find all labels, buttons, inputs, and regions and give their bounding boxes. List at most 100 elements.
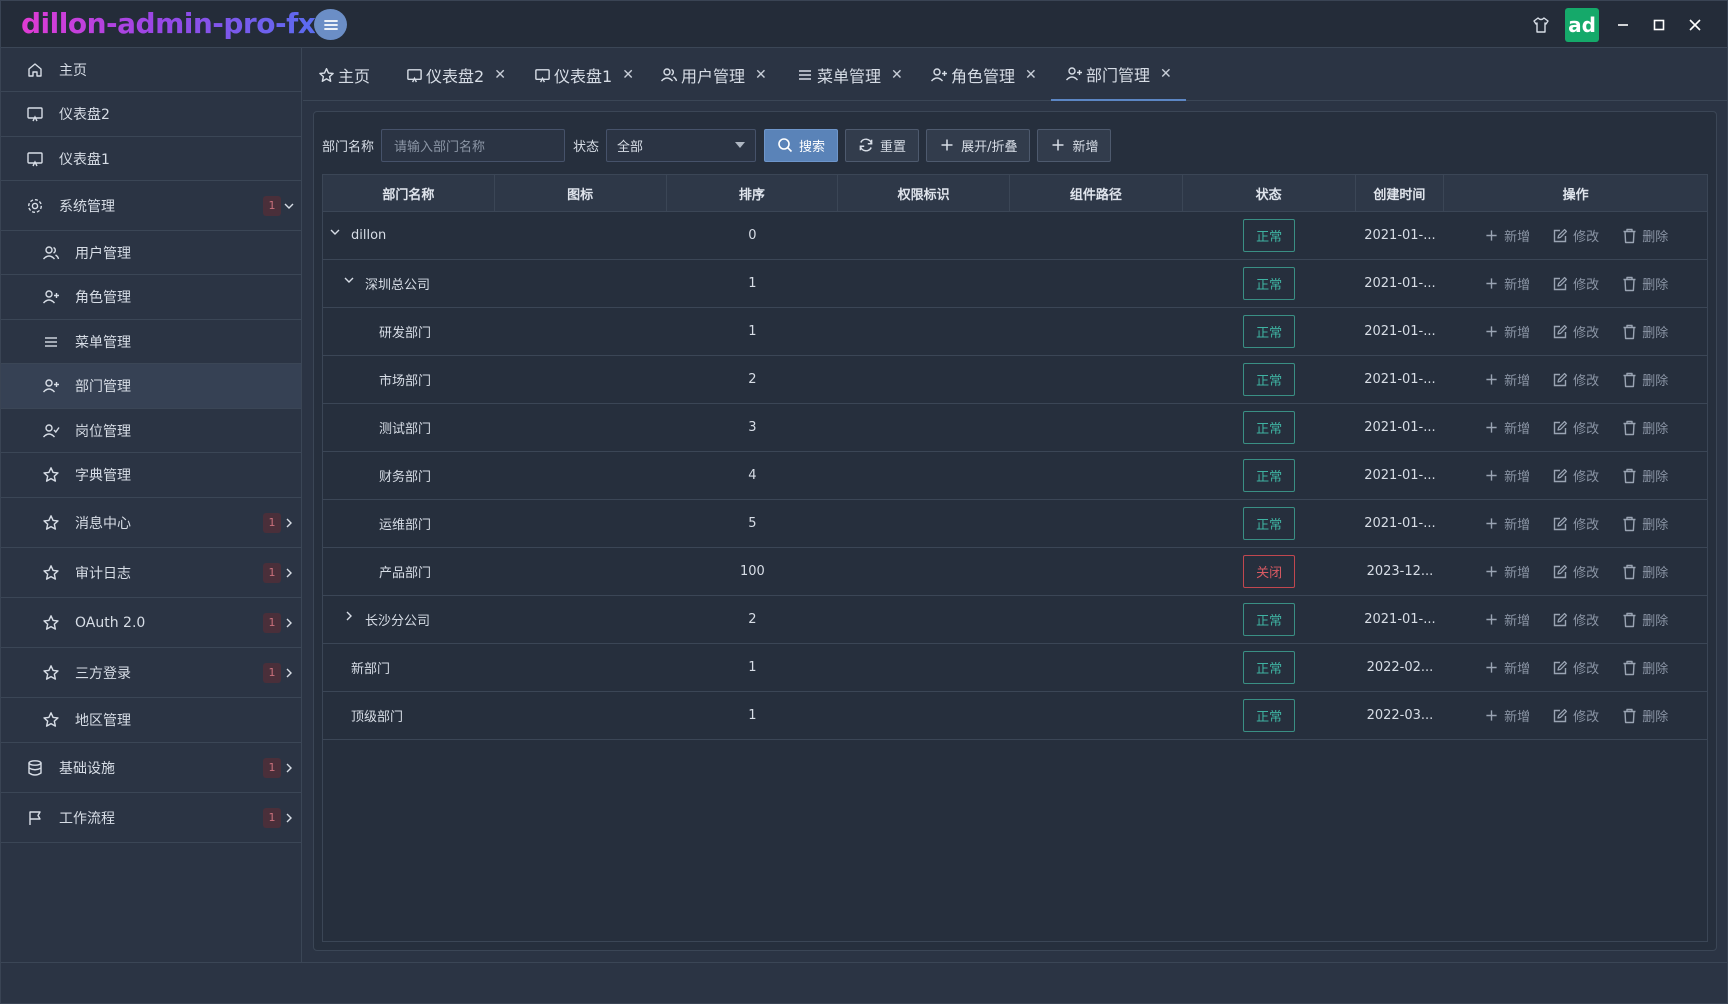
row-edit-button[interactable]: 修改	[1552, 658, 1599, 677]
row-delete-button[interactable]: 删除	[1621, 322, 1668, 341]
sidebar-item-menus[interactable]: 菜单管理	[1, 320, 301, 364]
row-add-button[interactable]: 新增	[1483, 514, 1530, 533]
tab-close-icon[interactable]: ✕	[755, 67, 767, 83]
minimize-button[interactable]	[1605, 8, 1641, 42]
row-edit-button[interactable]: 修改	[1552, 562, 1599, 581]
status-select[interactable]: 全部	[606, 128, 757, 162]
sidebar-item-messages[interactable]: 消息中心 1	[1, 498, 301, 548]
tab-users[interactable]: 用户管理 ✕	[660, 49, 767, 101]
row-add-button[interactable]: 新增	[1483, 610, 1530, 629]
col-header-permission[interactable]: 权限标识	[838, 175, 1010, 211]
sidebar-item-users[interactable]: 用户管理	[1, 231, 301, 275]
sidebar-item-dashboard1[interactable]: 仪表盘1	[1, 137, 301, 181]
row-add-button[interactable]: 新增	[1483, 466, 1530, 485]
count-badge: 1	[263, 807, 281, 828]
tab-menus[interactable]: 菜单管理 ✕	[796, 49, 903, 101]
sidebar-item-regions[interactable]: 地区管理	[1, 698, 301, 743]
sidebar-item-dictionary[interactable]: 字典管理	[1, 453, 301, 498]
table-row[interactable]: 长沙分公司 2 正常 2021-01-... 新增 修改 删除	[323, 596, 1707, 644]
maximize-button[interactable]	[1641, 8, 1677, 42]
theme-button[interactable]	[1523, 8, 1559, 42]
row-add-button[interactable]: 新增	[1483, 226, 1530, 245]
row-delete-button[interactable]: 删除	[1621, 514, 1668, 533]
sidebar-item-dashboard2[interactable]: 仪表盘2	[1, 92, 301, 137]
col-header-status[interactable]: 状态	[1183, 175, 1356, 211]
dept-name-input[interactable]: 请输入部门名称	[381, 128, 566, 162]
chevron-down-icon[interactable]	[343, 274, 355, 286]
col-header-component-path[interactable]: 组件路径	[1010, 175, 1183, 211]
tab-close-icon[interactable]: ✕	[1160, 66, 1172, 82]
row-add-button[interactable]: 新增	[1483, 562, 1530, 581]
sidebar-item-roles[interactable]: 角色管理	[1, 275, 301, 320]
sidebar-item-oauth[interactable]: OAuth 2.0 1	[1, 598, 301, 648]
row-add-button[interactable]: 新增	[1483, 370, 1530, 389]
sidebar-item-home[interactable]: 主页	[1, 48, 301, 92]
trash-icon	[1621, 324, 1637, 340]
sidebar-item-audit-log[interactable]: 审计日志 1	[1, 548, 301, 598]
row-edit-button[interactable]: 修改	[1552, 322, 1599, 341]
row-delete-button[interactable]: 删除	[1621, 658, 1668, 677]
col-header-actions[interactable]: 操作	[1444, 175, 1707, 211]
table-row[interactable]: 研发部门 1 正常 2021-01-... 新增 修改 删除	[323, 308, 1707, 356]
tab-dashboard2[interactable]: 仪表盘2 ✕	[405, 49, 506, 101]
table-row[interactable]: 新部门 1 正常 2022-02... 新增 修改 删除	[323, 644, 1707, 692]
hamburger-icon	[323, 19, 338, 30]
sidebar-item-workflow[interactable]: 工作流程 1	[1, 793, 301, 843]
row-edit-button[interactable]: 修改	[1552, 226, 1599, 245]
row-edit-button[interactable]: 修改	[1552, 274, 1599, 293]
row-add-button[interactable]: 新增	[1483, 658, 1530, 677]
tab-departments[interactable]: 部门管理 ✕	[1051, 49, 1186, 101]
table-row[interactable]: 市场部门 2 正常 2021-01-... 新增 修改 删除	[323, 356, 1707, 404]
tab-dashboard1[interactable]: 仪表盘1 ✕	[533, 49, 634, 101]
row-edit-button[interactable]: 修改	[1552, 514, 1599, 533]
row-delete-button[interactable]: 删除	[1621, 418, 1668, 437]
table-row[interactable]: 深圳总公司 1 正常 2021-01-... 新增 修改 删除	[323, 260, 1707, 308]
row-delete-button[interactable]: 删除	[1621, 706, 1668, 725]
col-header-order[interactable]: 排序	[667, 175, 839, 211]
search-button[interactable]: 搜索	[764, 128, 839, 162]
sidebar-item-third-party-login[interactable]: 三方登录 1	[1, 648, 301, 698]
row-add-button[interactable]: 新增	[1483, 706, 1530, 725]
row-add-button[interactable]: 新增	[1483, 418, 1530, 437]
sidebar-item-system[interactable]: 系统管理 1	[1, 181, 301, 231]
tab-close-icon[interactable]: ✕	[1025, 67, 1037, 83]
row-edit-button[interactable]: 修改	[1552, 706, 1599, 725]
col-header-name[interactable]: 部门名称	[323, 175, 495, 211]
sidebar-item-posts[interactable]: 岗位管理	[1, 409, 301, 453]
add-button[interactable]: 新增	[1037, 128, 1112, 162]
tab-close-icon[interactable]: ✕	[494, 67, 506, 83]
row-delete-button[interactable]: 删除	[1621, 370, 1668, 389]
tab-roles[interactable]: 角色管理 ✕	[930, 49, 1037, 101]
row-edit-button[interactable]: 修改	[1552, 418, 1599, 437]
row-delete-button[interactable]: 删除	[1621, 274, 1668, 293]
row-edit-button[interactable]: 修改	[1552, 370, 1599, 389]
row-delete-button[interactable]: 删除	[1621, 610, 1668, 629]
table-row[interactable]: 顶级部门 1 正常 2022-03... 新增 修改 删除	[323, 692, 1707, 740]
row-delete-button[interactable]: 删除	[1621, 562, 1668, 581]
table-row[interactable]: 产品部门 100 关闭 2023-12... 新增 修改 删除	[323, 548, 1707, 596]
row-edit-button[interactable]: 修改	[1552, 610, 1599, 629]
chevron-down-icon[interactable]	[329, 226, 341, 238]
tab-home[interactable]: 主页	[317, 49, 370, 101]
sidebar-item-departments[interactable]: 部门管理	[1, 364, 301, 409]
row-add-button[interactable]: 新增	[1483, 322, 1530, 341]
row-edit-button[interactable]: 修改	[1552, 466, 1599, 485]
col-header-icon[interactable]: 图标	[495, 175, 667, 211]
tab-close-icon[interactable]: ✕	[622, 67, 634, 83]
avatar[interactable]: ad	[1565, 8, 1599, 42]
sidebar-item-infrastructure[interactable]: 基础设施 1	[1, 743, 301, 793]
col-header-created-time[interactable]: 创建时间	[1356, 175, 1445, 211]
close-window-button[interactable]	[1677, 8, 1713, 42]
table-row[interactable]: 财务部门 4 正常 2021-01-... 新增 修改 删除	[323, 452, 1707, 500]
expand-collapse-button[interactable]: 展开/折叠	[926, 128, 1031, 162]
chevron-right-icon[interactable]	[343, 610, 355, 622]
table-row[interactable]: dillon 0 正常 2021-01-... 新增 修改 删除	[323, 212, 1707, 260]
row-delete-button[interactable]: 删除	[1621, 226, 1668, 245]
table-row[interactable]: 运维部门 5 正常 2021-01-... 新增 修改 删除	[323, 500, 1707, 548]
row-delete-button[interactable]: 删除	[1621, 466, 1668, 485]
row-add-button[interactable]: 新增	[1483, 274, 1530, 293]
reset-button[interactable]: 重置	[845, 128, 920, 162]
menu-toggle-button[interactable]	[314, 9, 347, 40]
tab-close-icon[interactable]: ✕	[891, 67, 903, 83]
table-row[interactable]: 测试部门 3 正常 2021-01-... 新增 修改 删除	[323, 404, 1707, 452]
